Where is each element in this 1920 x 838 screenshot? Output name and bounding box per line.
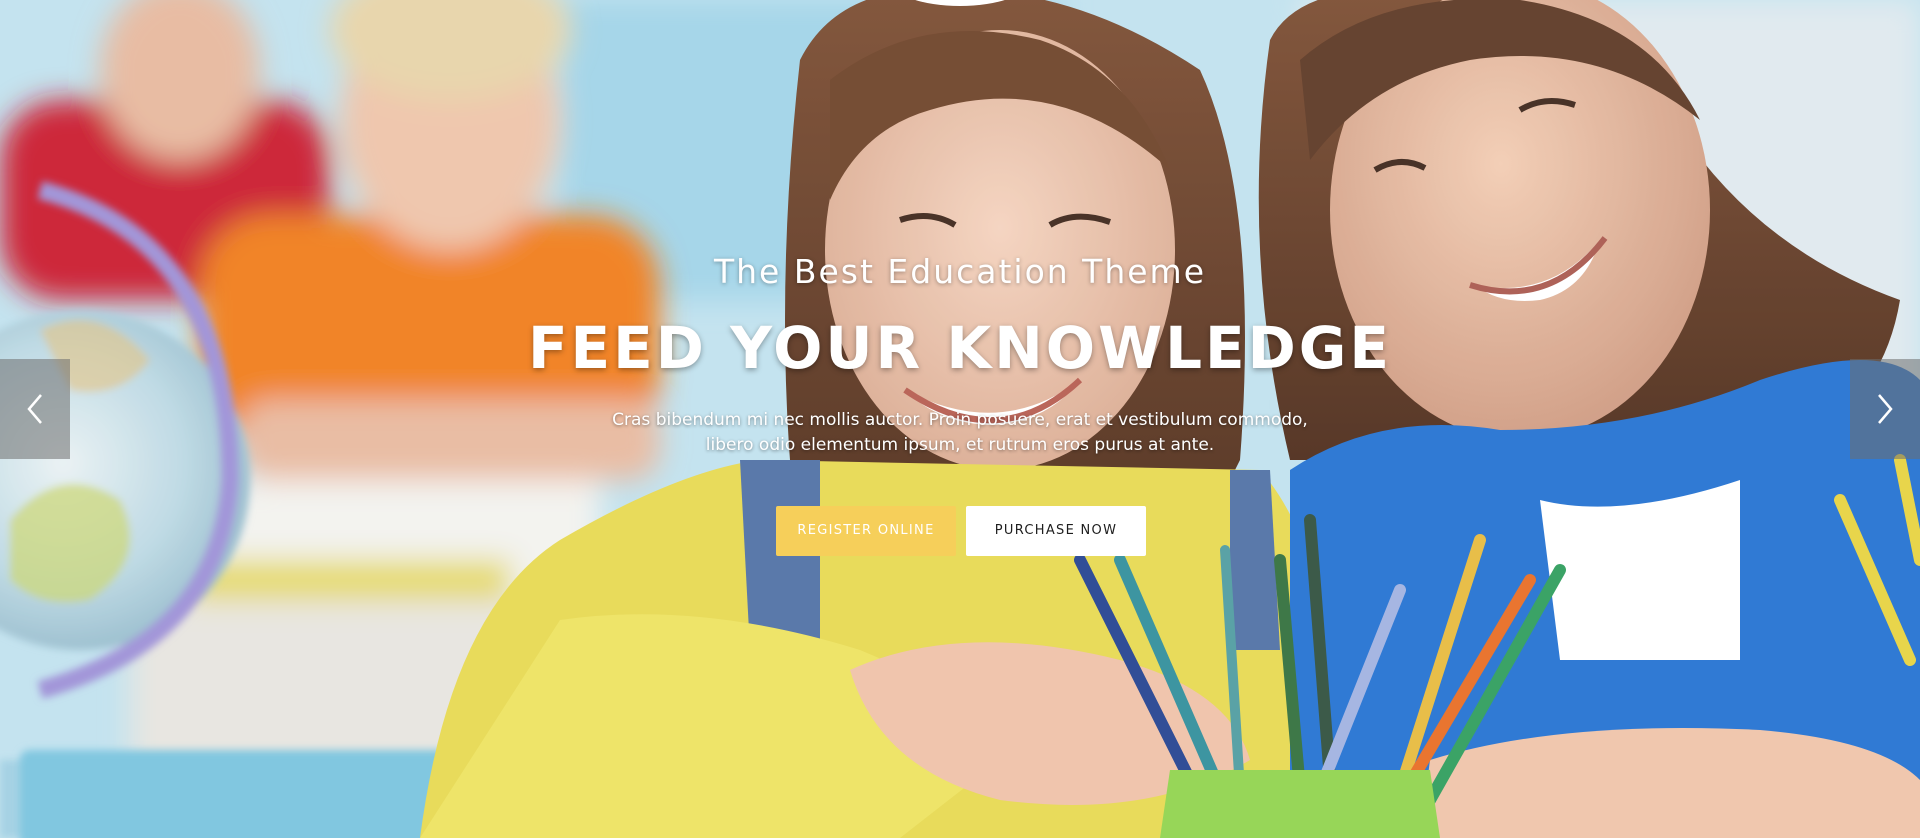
- slider-next-button[interactable]: [1850, 359, 1920, 459]
- hero-title: FEED YOUR KNOWLEDGE: [527, 314, 1393, 382]
- hero-description-line-1: Cras bibendum mi nec mollis auctor. Proi…: [612, 410, 1308, 430]
- purchase-now-button[interactable]: PURCHASE NOW: [966, 506, 1146, 556]
- slider-prev-button[interactable]: [0, 359, 70, 459]
- register-online-button[interactable]: REGISTER ONLINE: [776, 506, 956, 556]
- chevron-right-icon: [1878, 394, 1893, 424]
- hero-description-line-2: libero odio elementum ipsum, et rutrum e…: [705, 435, 1215, 455]
- hero-description: Cras bibendum mi nec mollis auctor. Proi…: [560, 408, 1360, 458]
- chevron-left-icon: [27, 394, 42, 424]
- hero-subtitle: The Best Education Theme: [713, 252, 1207, 291]
- hero-slider: The Best Education Theme FEED YOUR KNOWL…: [0, 0, 1920, 838]
